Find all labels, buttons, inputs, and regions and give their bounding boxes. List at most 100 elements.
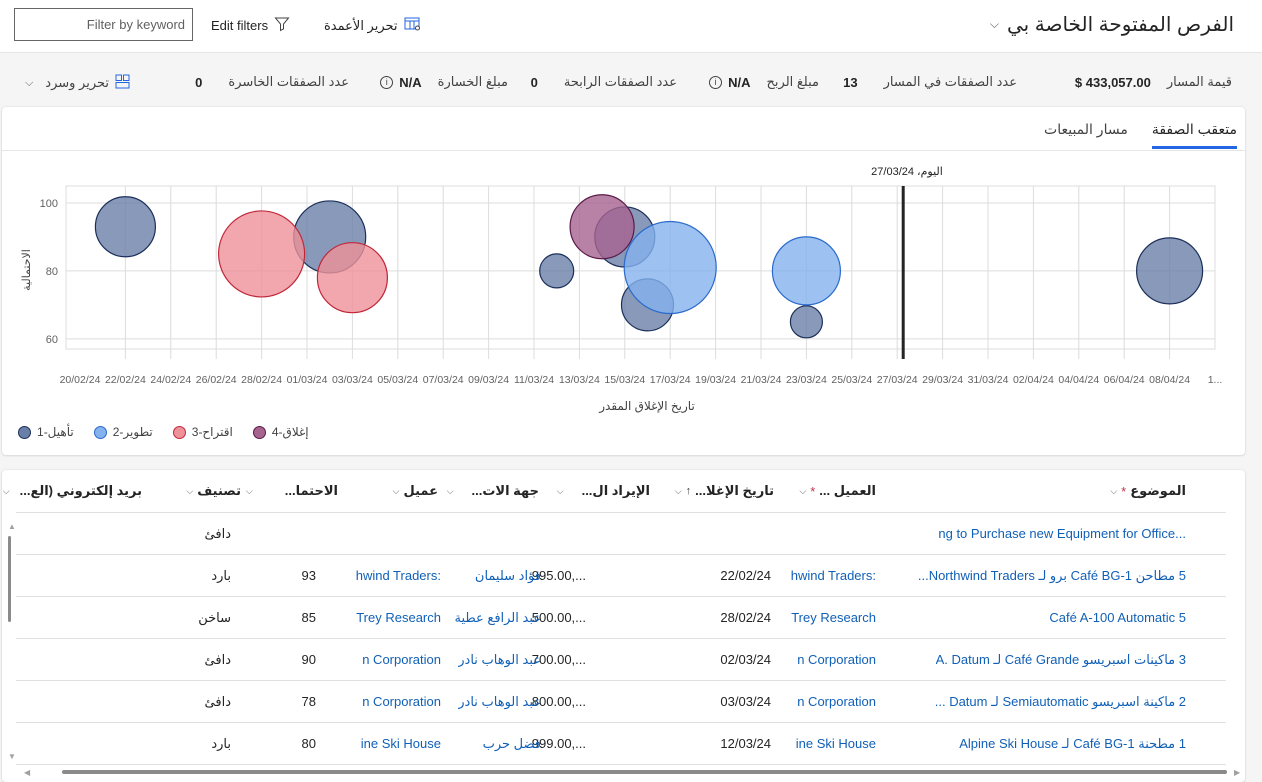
edit-columns-icon [404,16,421,35]
legend-item-qualify[interactable]: تأهيل-1 [18,425,74,439]
kpi-pipeline-value: قيمة المسار $ 433,057.00 [1075,74,1232,90]
column-header-close-date[interactable]: تاريخ الإغلا... ↑ ⌵ [675,483,774,499]
cell-rating: بارد [211,568,231,583]
x-tick-label: 08/04/24 [1149,374,1190,386]
cell-account[interactable]: n Corporation [797,694,876,709]
kpi-value: 0 [195,74,203,90]
legend-marker [93,425,107,439]
bubble-1-7[interactable] [1135,237,1204,305]
chevron-down-icon: ⌵ [245,485,253,496]
x-tick-label: 25/03/24 [831,374,872,386]
scroll-up-arrow[interactable]: ▲ [8,522,16,531]
table-row[interactable]: 2 ماكينة اسبريسو Semiautomatic لـ Datum … [16,681,1226,723]
table-row[interactable]: 1 مطحنة Café BG-1 لـ Alpine Ski House ine… [16,723,1226,765]
cell-rating: ساخن [198,610,231,625]
cell-account[interactable]: Trey Research [791,610,876,625]
table-row[interactable]: Café A-100 Automatic 5 Trey Research 28/02… [16,597,1226,639]
cell-close-date: 02/03/24 [720,652,771,667]
bubble-4-1[interactable] [569,194,635,260]
scroll-left-arrow[interactable]: ◀ [24,768,30,777]
chevron-down-icon: ⌵ [446,485,454,496]
table-row[interactable]: 5 مطاحن Café BG-1 برو لـ Northwind Trade… [16,555,1226,597]
cell-contact[interactable]: عبد الوهاب نادر [458,694,541,710]
view-selector[interactable]: الفرص المفتوحة الخاصة بي ⌵ [990,12,1234,37]
x-tick-label: 1... [1208,374,1223,386]
filter-by-keyword-input[interactable] [14,8,193,41]
cell-customer[interactable]: n Corporation [362,652,441,667]
x-tick-label: 23/03/24 [786,374,827,386]
bubble-1-3[interactable] [539,253,575,289]
cell-topic[interactable]: Café A-100 Automatic 5 [1049,610,1186,625]
table-row[interactable]: 3 ماكينات اسبريسو Café Grande لـ A. Datu… [16,639,1226,681]
column-label: عميل [403,483,438,498]
column-header-probability[interactable]: الاحتما... ⌵ [246,483,338,499]
bubble-2-1[interactable] [623,220,717,315]
chart-tabs: متعقب الصفقة مسار المبيعات [1044,119,1237,149]
x-tick-label: 02/04/24 [1013,374,1054,386]
column-header-email[interactable]: بريد إلكتروني (الع... ⌵ [3,483,142,499]
cell-topic[interactable]: 3 ماكينات اسبريسو Café Grande لـ A. Datu… [936,652,1186,668]
horizontal-scrollbar[interactable] [62,770,1227,774]
tab-sales-pipeline[interactable]: مسار المبيعات [1044,119,1128,149]
chevron-down-icon: ⌵ [799,485,807,496]
cell-customer[interactable]: :hwind Traders [356,568,441,583]
scroll-right-arrow[interactable]: ▶ [1234,768,1240,777]
cell-close-date: 22/02/24 [720,568,771,583]
info-icon[interactable]: i [380,75,394,89]
column-label: العميل ... [819,483,876,498]
column-header-customer[interactable]: عميل ⌵ [393,483,438,499]
cell-contact[interactable]: عبد الرافع عطية [454,610,541,626]
cell-contact[interactable]: فؤاد سليمان [475,568,541,584]
chevron-down-icon: ⌵ [1110,485,1118,496]
scroll-down-arrow[interactable]: ▼ [8,752,16,761]
cell-topic[interactable]: 2 ماكينة اسبريسو Semiautomatic لـ Datum … [935,694,1186,710]
x-tick-label: 05/03/24 [377,374,418,386]
cell-customer[interactable]: ine Ski House [361,736,441,751]
command-bar: Edit filters تحرير الأعمدة الفرص المفتوح… [0,0,1262,53]
y-axis-label: الاحتمالية [21,249,33,291]
bubble-3-2[interactable] [316,242,388,314]
required-marker: * [810,483,816,499]
opportunities-grid: الموضوع * ⌵ العميل ... * ⌵ تاريخ الإغلا... ↑ ⌵… [2,470,1245,782]
edit-columns-button[interactable]: تحرير الأعمدة [324,16,421,35]
cell-topic[interactable]: 1 مطحنة Café BG-1 لـ Alpine Ski House [959,736,1186,752]
cell-topic[interactable]: 5 مطاحن Café BG-1 برو لـ Northwind Trade… [918,568,1186,584]
legend-label: إغلاق-4 [271,425,309,439]
bubble-1-6[interactable] [789,305,824,339]
cell-account[interactable]: :hwind Traders [791,568,876,583]
column-label: الإيراد ال... [581,483,650,498]
column-header-rating[interactable]: تصنيف ⌵ [186,483,241,499]
column-header-topic[interactable]: الموضوع * ⌵ [1110,483,1186,499]
edit-narrate-button[interactable]: تحرير وسرد ⌵ [25,74,130,92]
legend-item-develop[interactable]: تطوير-2 [93,425,153,439]
column-header-contact[interactable]: جهة الات... ⌵ [447,483,539,499]
bubble-1-1[interactable] [94,196,157,258]
legend-item-propose[interactable]: اقتراح-3 [172,425,233,439]
x-tick-label: 24/02/24 [150,374,191,386]
bubble-2-2[interactable] [771,236,842,306]
cell-contact[interactable]: فضل حرب [483,736,541,752]
kpi-bar: قيمة المسار $ 433,057.00 عدد الصفقات في … [0,54,1262,106]
cell-account[interactable]: ine Ski House [796,736,876,751]
filter-icon [274,16,290,35]
cell-topic[interactable]: ...ng to Purchase new Equipment for Offi… [938,526,1186,541]
tab-deal-tracker[interactable]: متعقب الصفقة [1151,119,1237,149]
column-label: بريد إلكتروني (الع... [19,483,142,498]
cell-contact[interactable]: عبد الوهاب نادر [458,652,541,668]
edit-filters-button[interactable]: Edit filters [211,16,290,35]
chevron-down-icon: ⌵ [674,485,682,496]
x-tick-label: 04/04/24 [1058,374,1099,386]
legend-item-close[interactable]: إغلاق-4 [252,425,309,439]
table-row[interactable]: ...ng to Purchase new Equipment for Offi… [16,513,1226,555]
column-header-revenue[interactable]: الإيراد ال... ⌵ [557,483,650,499]
info-icon[interactable]: i [709,75,723,89]
kpi-label: عدد الصفقات في المسار [883,74,1017,89]
cell-customer[interactable]: n Corporation [362,694,441,709]
column-header-account[interactable]: العميل ... * ⌵ [799,483,876,499]
x-axis-label: تاريخ الإغلاق المقدر [598,399,695,414]
cell-account[interactable]: n Corporation [797,652,876,667]
bubble-3-1[interactable] [218,210,306,298]
cell-customer[interactable]: Trey Research [356,610,441,625]
vertical-scrollbar[interactable] [8,536,11,622]
x-tick-label: 06/04/24 [1104,374,1145,386]
